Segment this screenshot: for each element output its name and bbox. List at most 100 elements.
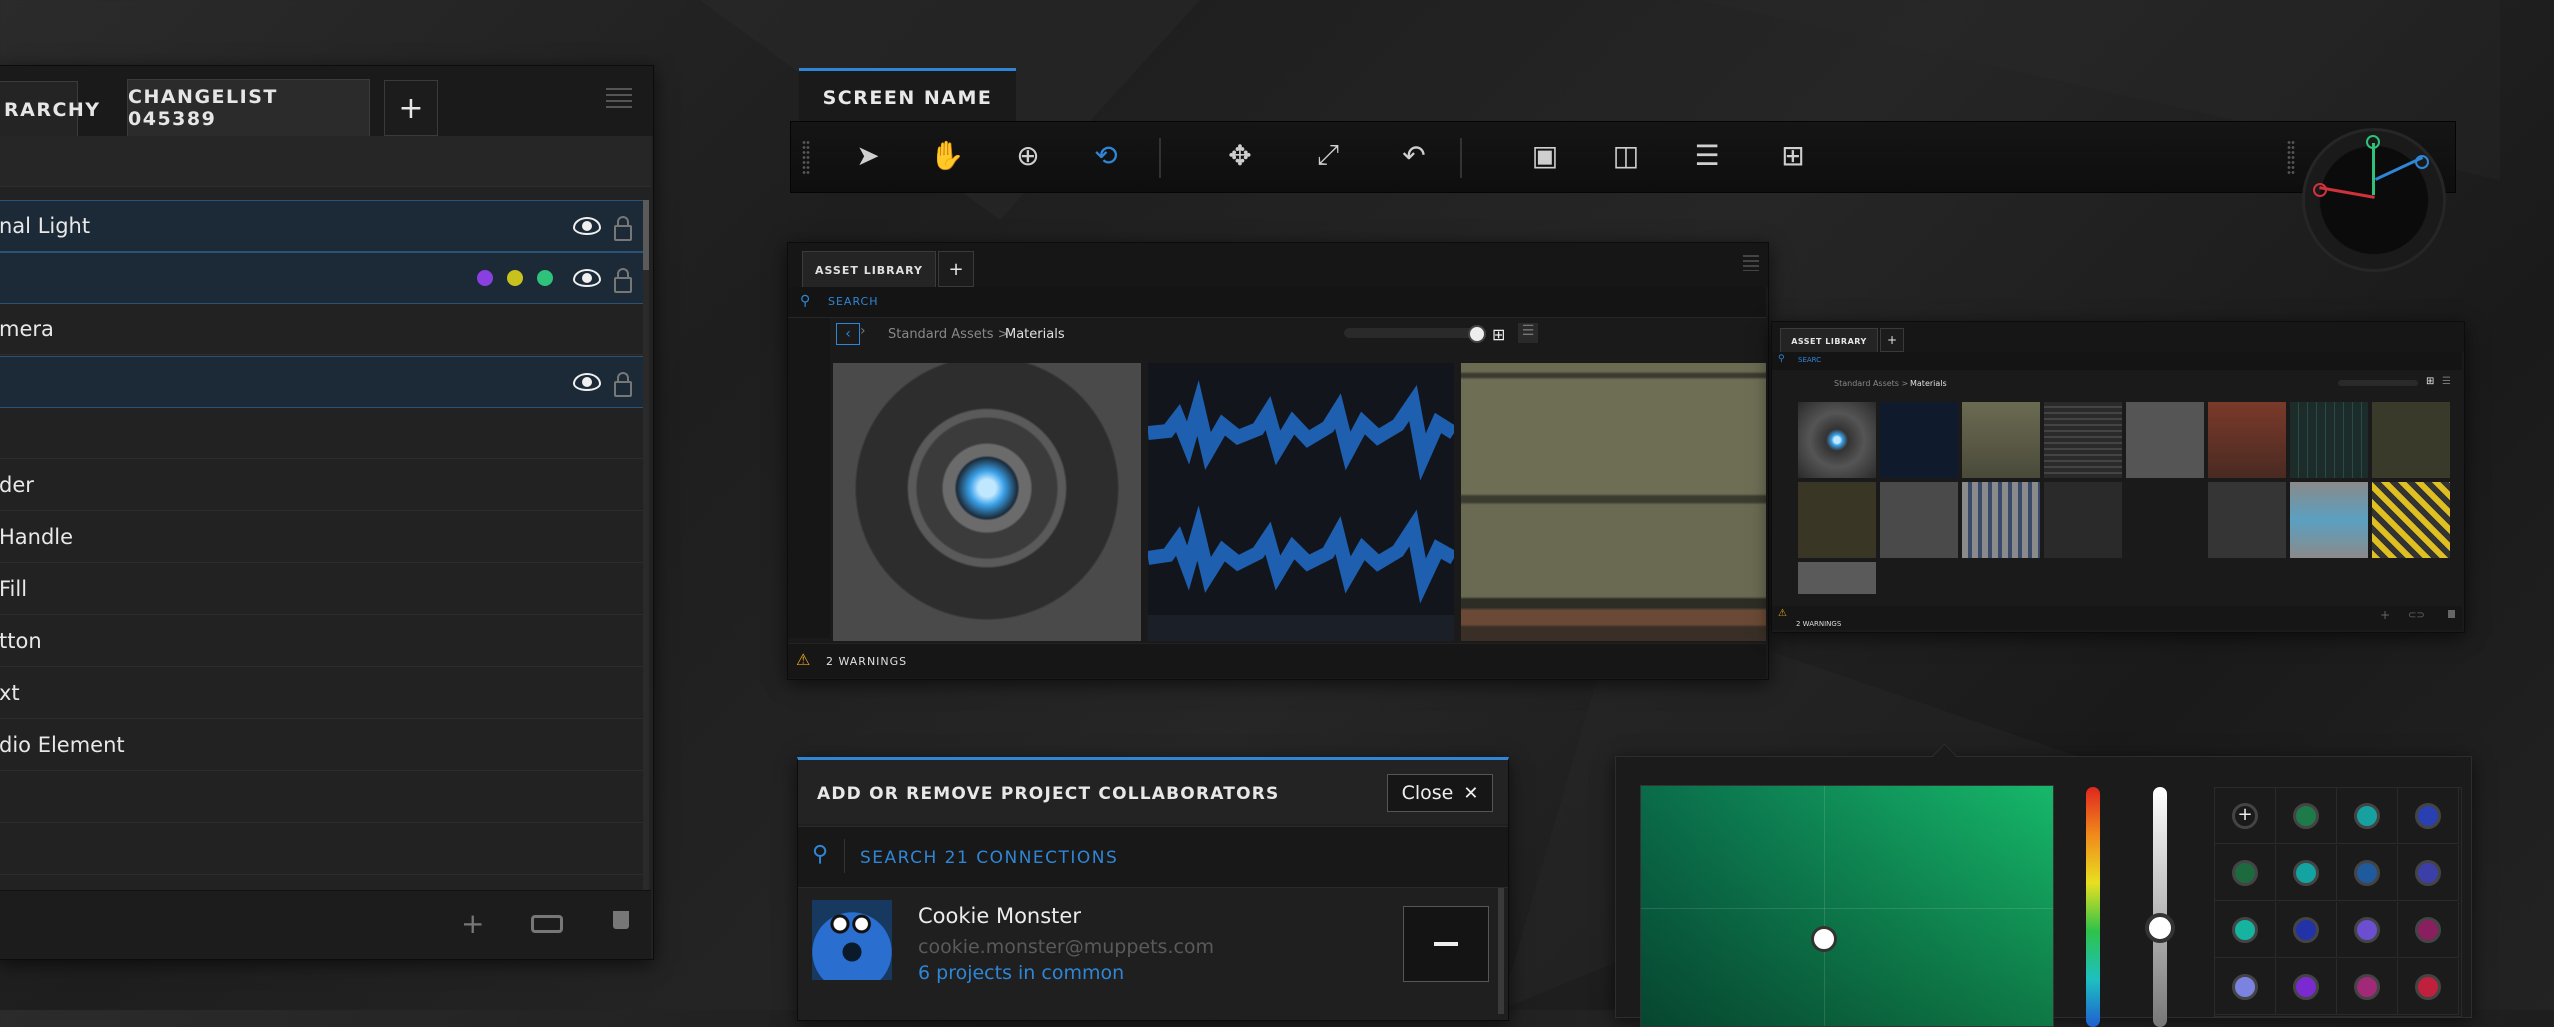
thumbnail-size-slider[interactable] (2338, 380, 2418, 386)
hierarchy-row[interactable]: der (0, 460, 644, 511)
lock-icon[interactable] (614, 268, 632, 293)
screen-tab[interactable]: SCREEN NAME (799, 68, 1016, 125)
tab-asset-library[interactable]: ASSET LIBRARY (1780, 328, 1878, 353)
add-tab-button[interactable]: + (938, 251, 974, 287)
move-icon[interactable]: ✥ (1220, 135, 1260, 175)
asset-thumbnail[interactable] (2126, 482, 2204, 558)
tab-changelist[interactable]: CHANGELIST 045389 (127, 79, 370, 136)
grid-view-icon[interactable]: ⊞ (1492, 325, 1505, 344)
color-swatch[interactable] (2293, 803, 2319, 829)
asset-thumbnail[interactable] (1798, 402, 1876, 478)
warnings-count[interactable]: 2 WARNINGS (826, 655, 907, 668)
color-tag-dot[interactable] (477, 270, 493, 286)
color-swatch[interactable] (2232, 974, 2258, 1000)
asset-thumbnail[interactable] (2290, 482, 2368, 558)
hierarchy-row[interactable]: Handle (0, 512, 644, 563)
asset-thumbnail[interactable] (1798, 562, 1876, 594)
asset-thumbnail[interactable] (2126, 402, 2204, 478)
warnings-count[interactable]: 2 WARNINGS (1796, 620, 1841, 628)
slider-handle[interactable] (1468, 325, 1486, 343)
plus-icon[interactable]: + (2380, 608, 2390, 622)
saturation-value-area[interactable] (1640, 785, 2054, 1027)
hierarchy-row[interactable] (0, 356, 644, 408)
asset-thumbnail[interactable] (1962, 402, 2040, 478)
gizmo-node-z[interactable] (2415, 155, 2429, 169)
tab-asset-library[interactable]: ASSET LIBRARY (802, 251, 936, 288)
asset-thumbnail[interactable] (2290, 402, 2368, 478)
list-view-icon[interactable]: ☰ (2442, 376, 2451, 387)
asset-thumbnail[interactable] (1962, 482, 2040, 558)
visibility-eye-icon[interactable] (573, 217, 601, 235)
color-swatch[interactable] (2354, 917, 2380, 943)
breadcrumb-root[interactable]: Standard Assets > (1834, 379, 1908, 388)
grid-view-icon[interactable]: ⊞ (2426, 376, 2434, 387)
link-icon[interactable] (531, 915, 563, 933)
hierarchy-row[interactable] (0, 408, 644, 459)
visibility-eye-icon[interactable] (573, 373, 601, 391)
asset-thumbnail[interactable] (2044, 402, 2122, 478)
panel-menu-icon[interactable] (606, 88, 632, 110)
asset-thumbnail[interactable] (1880, 402, 1958, 478)
hierarchy-row[interactable]: mera (0, 304, 644, 355)
color-handle[interactable] (1811, 926, 1837, 952)
color-swatch[interactable] (2293, 974, 2319, 1000)
asset-search[interactable]: ⚲ SEARC (1772, 352, 2462, 370)
color-swatch[interactable] (2354, 974, 2380, 1000)
asset-thumbnail[interactable] (2372, 482, 2450, 558)
add-tab-button[interactable]: + (384, 80, 438, 136)
asset-thumbnail[interactable] (1880, 482, 1958, 558)
color-swatch[interactable] (2293, 917, 2319, 943)
projects-in-common-link[interactable]: 6 projects in common (918, 962, 1124, 984)
color-swatch[interactable] (2415, 917, 2441, 943)
color-swatch[interactable] (2354, 860, 2380, 886)
list-view-icon[interactable]: ☰ (1518, 323, 1538, 343)
asset-thumbnail[interactable] (1798, 482, 1876, 558)
close-button[interactable]: Close ✕ (1387, 774, 1493, 812)
scrollbar[interactable] (643, 200, 649, 890)
asset-search[interactable]: ⚲ SEARCH (788, 287, 1766, 318)
hand-icon[interactable]: ✋ (927, 135, 967, 175)
hierarchy-row[interactable] (0, 772, 644, 823)
scrollbar[interactable] (1498, 888, 1504, 1014)
layout-rows-icon[interactable]: ☰ (1687, 135, 1727, 175)
asset-thumbnail[interactable] (2208, 402, 2286, 478)
color-swatch[interactable] (2354, 803, 2380, 829)
toolbar-grip-right[interactable] (2287, 140, 2295, 174)
panel-menu-icon[interactable] (1743, 255, 1759, 271)
hierarchy-row[interactable]: nal Light (0, 200, 644, 252)
search-input[interactable]: SEARCH 21 CONNECTIONS (860, 848, 1118, 868)
tab-hierarchy[interactable]: RARCHY (0, 81, 99, 138)
hierarchy-row[interactable]: dio Element (0, 720, 644, 771)
rotate-icon[interactable]: ↶ (1394, 135, 1434, 175)
trash-icon[interactable] (613, 911, 629, 929)
back-button[interactable]: ‹ (836, 323, 860, 345)
hierarchy-row[interactable]: tton (0, 616, 644, 667)
brightness-slider[interactable] (2145, 787, 2175, 1027)
pointer-icon[interactable]: ➤ (848, 135, 888, 175)
hierarchy-row[interactable] (0, 824, 644, 875)
trash-icon[interactable] (2448, 610, 2455, 618)
color-swatch[interactable] (2415, 860, 2441, 886)
search-input[interactable]: SEARC (1798, 356, 1821, 364)
forward-button[interactable]: › (860, 323, 866, 339)
connections-search[interactable]: ⚲ SEARCH 21 CONNECTIONS (798, 826, 1508, 888)
breadcrumb-root[interactable]: Standard Assets > (888, 327, 1009, 342)
asset-thumbnail-sci-fi-panel[interactable] (833, 363, 1141, 641)
asset-thumbnail-audio-waveform[interactable] (1148, 363, 1454, 641)
layout-single-icon[interactable]: ▣ (1525, 135, 1565, 175)
hierarchy-row[interactable] (0, 252, 644, 304)
thumbnail-size-slider[interactable] (1344, 325, 1486, 343)
asset-thumbnail-metal-plate[interactable] (1461, 363, 1766, 641)
hierarchy-row[interactable]: Fill (0, 564, 644, 615)
search-input[interactable]: SEARCH (828, 295, 879, 308)
asset-thumbnail[interactable] (2208, 482, 2286, 558)
remove-collaborator-button[interactable] (1403, 906, 1489, 982)
layout-grid-icon[interactable]: ⊞ (1773, 135, 1813, 175)
gizmo-node-x[interactable] (2313, 183, 2327, 197)
color-swatch[interactable] (2232, 917, 2258, 943)
orbit-icon[interactable]: ⟲ (1086, 135, 1126, 175)
scale-icon[interactable]: ⤢ (1308, 135, 1348, 175)
color-tag-dot[interactable] (507, 270, 523, 286)
color-swatch[interactable] (2415, 803, 2441, 829)
link-icon[interactable]: ⊂⊃ (2408, 610, 2425, 621)
